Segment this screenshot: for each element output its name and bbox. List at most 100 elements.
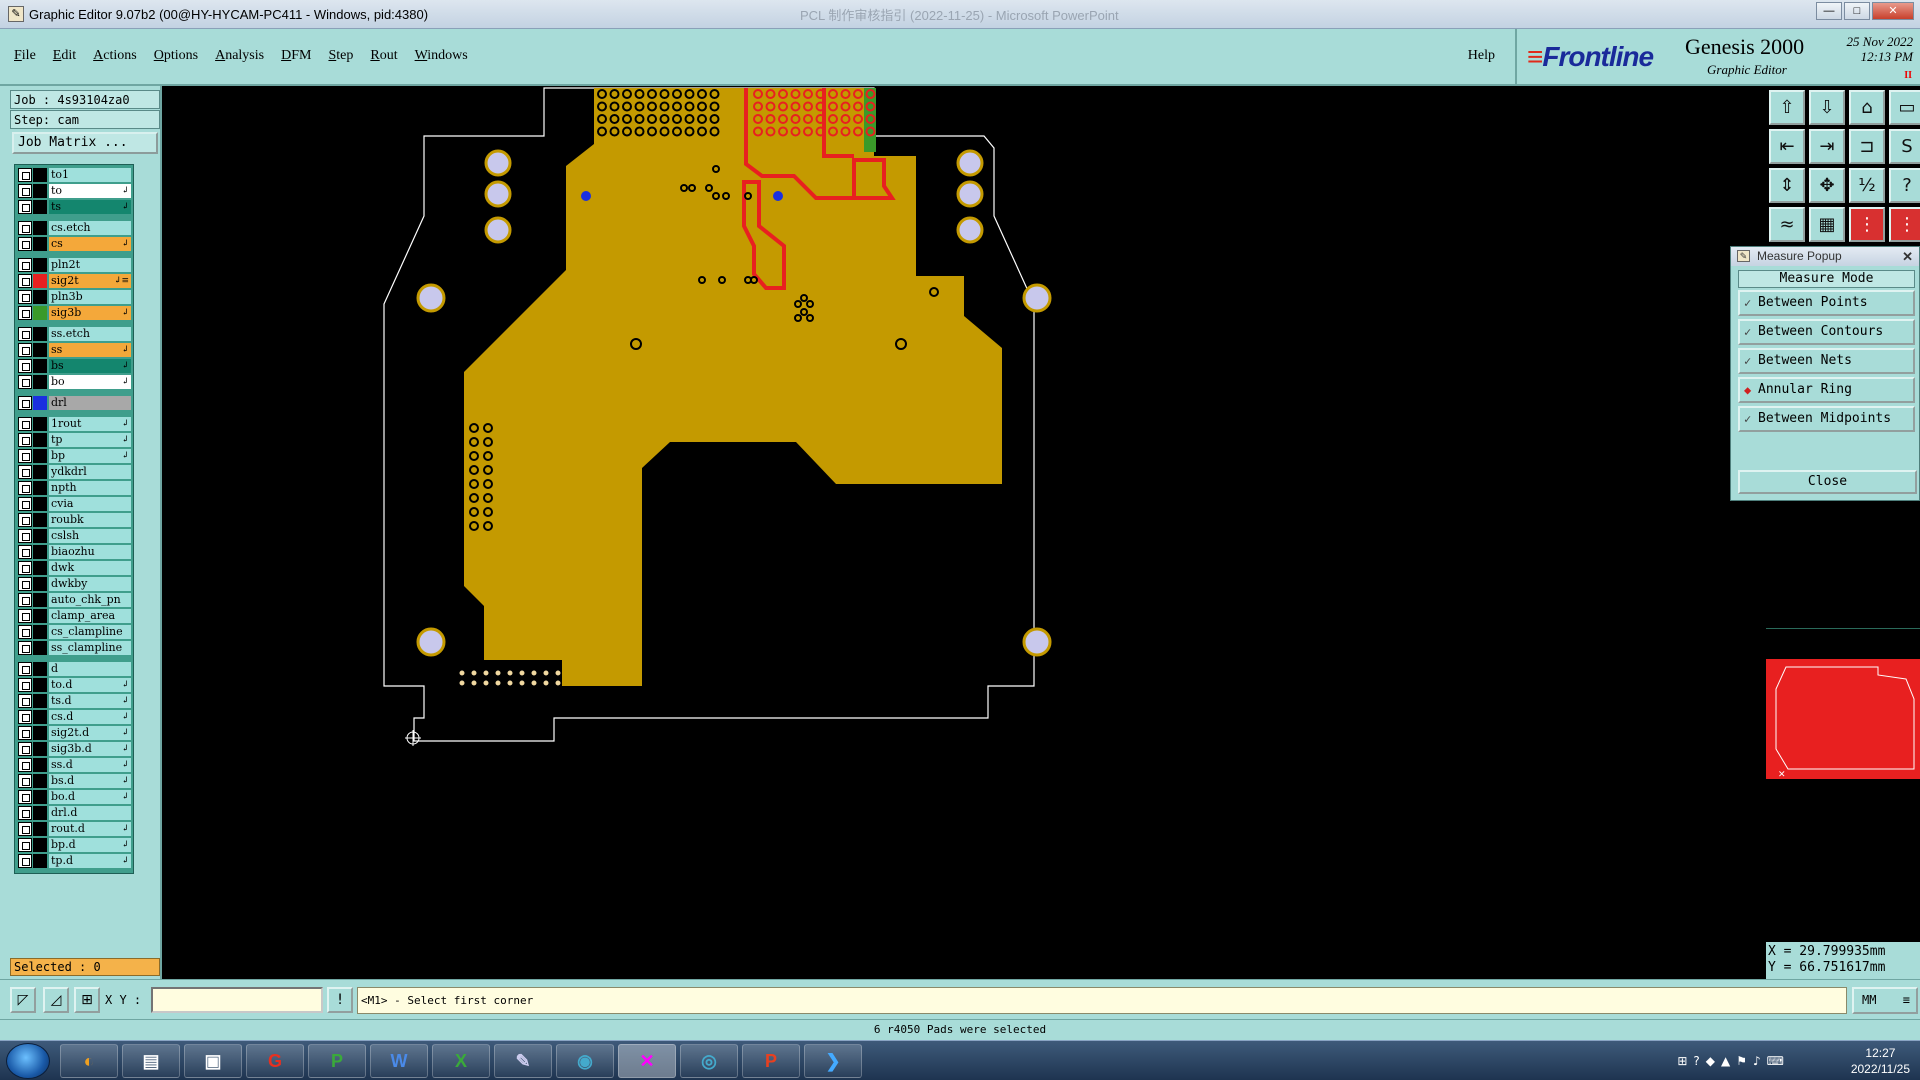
layer-color-swatch[interactable] (33, 774, 47, 788)
layer-row-to1[interactable]: to1 (17, 167, 131, 183)
layer-checkbox[interactable] (18, 694, 32, 708)
layer-color-swatch[interactable] (33, 678, 47, 692)
layer-color-swatch[interactable] (33, 609, 47, 623)
layer-name[interactable]: auto_chk_pn (49, 593, 131, 607)
layer-checkbox[interactable] (18, 258, 32, 272)
pause-icon[interactable]: II (1904, 70, 1912, 81)
measure-icon[interactable]: ≈ (1769, 207, 1805, 242)
layer-color-swatch[interactable] (33, 838, 47, 852)
layer-color-swatch[interactable] (33, 529, 47, 543)
layer-color-swatch[interactable] (33, 343, 47, 357)
layer-checkbox[interactable] (18, 221, 32, 235)
layer-row-ss.etch[interactable]: ss.etch (17, 326, 131, 342)
layer-row-biaozhu[interactable]: biaozhu (17, 544, 131, 560)
edge-pad[interactable] (518, 679, 526, 687)
layer-checkbox[interactable] (18, 593, 32, 607)
layer-color-swatch[interactable] (33, 790, 47, 804)
menu-file[interactable]: File (14, 48, 36, 64)
layer-row-dwkby[interactable]: dwkby (17, 576, 131, 592)
layer-row-ydkdrl[interactable]: ydkdrl (17, 464, 131, 480)
edge-pad[interactable] (494, 669, 502, 677)
layer-name[interactable]: ss.d ↲ (49, 758, 131, 772)
system-clock[interactable]: 12:27 2022/11/25 (1851, 1045, 1910, 1077)
layer-row-tp[interactable]: tp ↲ (17, 432, 131, 448)
highlight-layer-icon[interactable]: ⋮ (1889, 207, 1920, 242)
layer-row-ss[interactable]: ss ↲ (17, 342, 131, 358)
layer-checkbox[interactable] (18, 433, 32, 447)
layer-name[interactable]: clamp_area (49, 609, 131, 623)
zoom-save-icon[interactable]: ⇩ (1809, 90, 1845, 125)
layer-checkbox[interactable] (18, 375, 32, 389)
layer-row-ts[interactable]: ts ↲ (17, 199, 131, 215)
layer-color-swatch[interactable] (33, 417, 47, 431)
layer-checkbox[interactable] (18, 854, 32, 868)
layer-color-swatch[interactable] (33, 184, 47, 198)
maximize-button[interactable]: □ (1844, 2, 1870, 20)
layer-name[interactable]: cs_clampline (49, 625, 131, 639)
menu-edit[interactable]: Edit (53, 48, 76, 64)
pan-left-icon[interactable]: ⇤ (1769, 129, 1805, 164)
layer-color-swatch[interactable] (33, 449, 47, 463)
layer-color-swatch[interactable] (33, 758, 47, 772)
layer-name[interactable]: ss.etch (49, 327, 131, 341)
layer-row-ss_clampline[interactable]: ss_clampline (17, 640, 131, 656)
layer-color-swatch[interactable] (33, 497, 47, 511)
layer-name[interactable]: sig2t.d ↲ (49, 726, 131, 740)
edge-pad[interactable] (506, 669, 514, 677)
layer-color-swatch[interactable] (33, 481, 47, 495)
layer-checkbox[interactable] (18, 806, 32, 820)
layer-checkbox[interactable] (18, 274, 32, 288)
menu-windows[interactable]: Windows (415, 48, 468, 64)
layer-checkbox[interactable] (18, 758, 32, 772)
layer-checkbox[interactable] (18, 662, 32, 676)
edge-pad[interactable] (482, 669, 490, 677)
layer-color-swatch[interactable] (33, 561, 47, 575)
layer-name[interactable]: d (49, 662, 131, 676)
layer-color-swatch[interactable] (33, 726, 47, 740)
taskbar-eye-icon[interactable]: ◉ (556, 1044, 614, 1078)
graphic-canvas[interactable] (164, 86, 1766, 979)
layer-row-cs[interactable]: cs ↲ (17, 236, 131, 252)
highlight-net-icon[interactable]: ⋮ (1849, 207, 1885, 242)
edge-pad[interactable] (470, 669, 478, 677)
layer-row-bp.d[interactable]: bp.d ↲ (17, 837, 131, 853)
layer-checkbox[interactable] (18, 200, 32, 214)
taskbar-genesis-icon[interactable]: G (246, 1044, 304, 1078)
layer-row-1rout[interactable]: 1rout ↲ (17, 416, 131, 432)
layer-row-clamp_area[interactable]: clamp_area (17, 608, 131, 624)
layer-checkbox[interactable] (18, 774, 32, 788)
layer-name[interactable]: 1rout ↲ (49, 417, 131, 431)
edge-pad[interactable] (530, 679, 538, 687)
layer-checkbox[interactable] (18, 577, 32, 591)
layer-color-swatch[interactable] (33, 742, 47, 756)
layer-color-swatch[interactable] (33, 200, 47, 214)
layer-name[interactable]: ss ↲ (49, 343, 131, 357)
layer-row-to.d[interactable]: to.d ↲ (17, 677, 131, 693)
edge-pad[interactable] (530, 669, 538, 677)
layer-checkbox[interactable] (18, 417, 32, 431)
edge-pad[interactable] (542, 669, 550, 677)
layer-row-bp[interactable]: bp ↲ (17, 448, 131, 464)
taskbar-excel-icon[interactable]: X (432, 1044, 490, 1078)
layer-row-pln3b[interactable]: pln3b (17, 289, 131, 305)
layer-color-swatch[interactable] (33, 237, 47, 251)
taskbar-x-icon[interactable]: ✕ (618, 1044, 676, 1078)
layer-name[interactable]: bp ↲ (49, 449, 131, 463)
layer-checkbox[interactable] (18, 481, 32, 495)
redraw-icon[interactable]: S (1889, 129, 1920, 164)
scale-1-2-icon[interactable]: ½ (1849, 168, 1885, 203)
layer-row-bo.d[interactable]: bo.d ↲ (17, 789, 131, 805)
layer-color-swatch[interactable] (33, 327, 47, 341)
edge-pad[interactable] (458, 669, 466, 677)
layer-row-sig3b.d[interactable]: sig3b.d ↲ (17, 741, 131, 757)
edge-pad[interactable] (554, 679, 562, 687)
menu-step[interactable]: Step (328, 48, 353, 64)
layer-color-swatch[interactable] (33, 290, 47, 304)
layer-color-swatch[interactable] (33, 822, 47, 836)
layer-checkbox[interactable] (18, 545, 32, 559)
layer-row-pln2t[interactable]: pln2t (17, 257, 131, 273)
layer-color-swatch[interactable] (33, 641, 47, 655)
layer-name[interactable]: to1 (49, 168, 131, 182)
edge-pad[interactable] (506, 679, 514, 687)
edit-mode-icon[interactable]: ◿ (43, 987, 69, 1013)
